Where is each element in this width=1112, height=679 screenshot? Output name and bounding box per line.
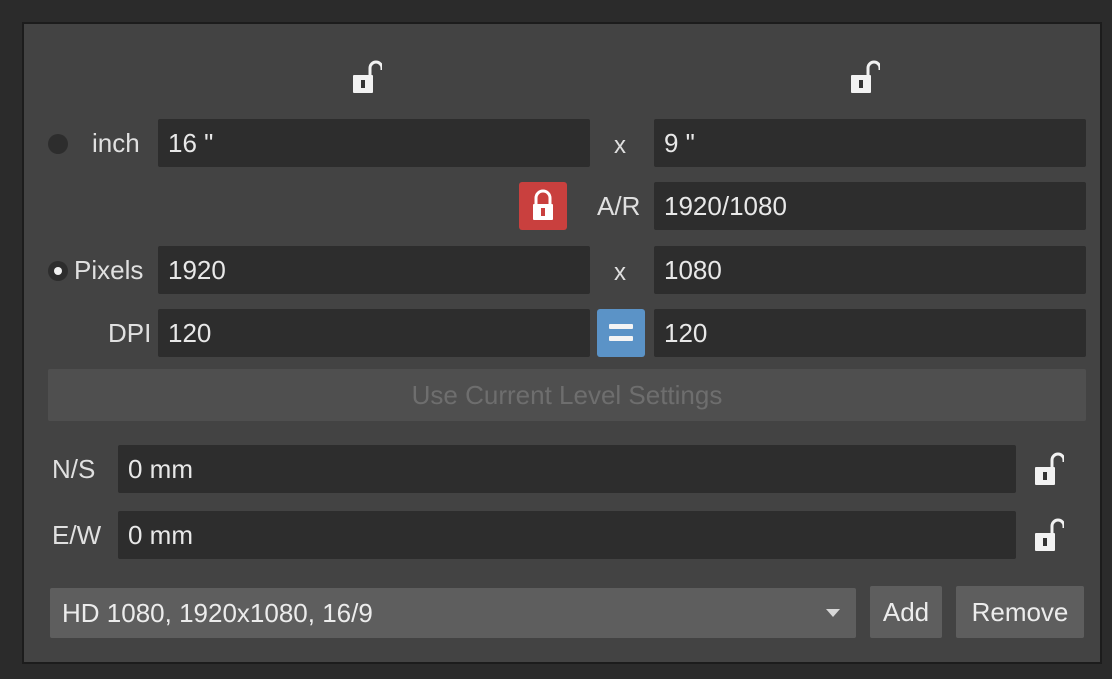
remove-preset-button[interactable]: Remove: [956, 586, 1084, 638]
camera-settings-panel: inch 16 " x 9 " A/R 1920/1080 Pixels 192…: [22, 22, 1102, 664]
lock-icon: [533, 189, 553, 220]
ns-offset-field[interactable]: 0 mm: [118, 445, 1016, 493]
dropdown-caret-icon: [826, 609, 840, 617]
width-unlock-icon[interactable]: [352, 59, 382, 95]
aspect-ratio-lock-button[interactable]: [519, 182, 567, 230]
dpi-label: DPI: [108, 318, 152, 348]
inch-radio-button[interactable]: [48, 134, 68, 154]
pixels-separator: x: [614, 259, 626, 286]
ns-unlock-icon[interactable]: [1034, 451, 1064, 487]
pixels-label: Pixels: [74, 255, 144, 285]
dpi-y-field[interactable]: 120: [654, 309, 1086, 357]
inch-separator: x: [614, 132, 626, 159]
ew-label: E/W: [52, 520, 102, 550]
preset-dropdown[interactable]: HD 1080, 1920x1080, 16/9: [50, 588, 856, 638]
use-current-level-settings-button[interactable]: Use Current Level Settings: [48, 369, 1086, 421]
ew-unlock-icon[interactable]: [1034, 517, 1064, 553]
equals-icon: [609, 324, 633, 329]
pixels-radio-button[interactable]: [48, 261, 68, 281]
dpi-x-field[interactable]: 120: [158, 309, 590, 357]
ew-offset-field[interactable]: 0 mm: [118, 511, 1016, 559]
pixels-height-field[interactable]: 1080: [654, 246, 1086, 294]
aspect-ratio-label: A/R: [597, 191, 641, 221]
dpi-link-button[interactable]: [597, 309, 645, 357]
inch-width-field[interactable]: 16 ": [158, 119, 590, 167]
add-preset-button[interactable]: Add: [870, 586, 942, 638]
pixels-width-field[interactable]: 1920: [158, 246, 590, 294]
inch-height-field[interactable]: 9 ": [654, 119, 1086, 167]
height-unlock-icon[interactable]: [850, 59, 880, 95]
ns-label: N/S: [52, 454, 96, 484]
aspect-ratio-field[interactable]: 1920/1080: [654, 182, 1086, 230]
inch-label: inch: [92, 128, 140, 158]
preset-selected-value: HD 1080, 1920x1080, 16/9: [62, 598, 373, 628]
